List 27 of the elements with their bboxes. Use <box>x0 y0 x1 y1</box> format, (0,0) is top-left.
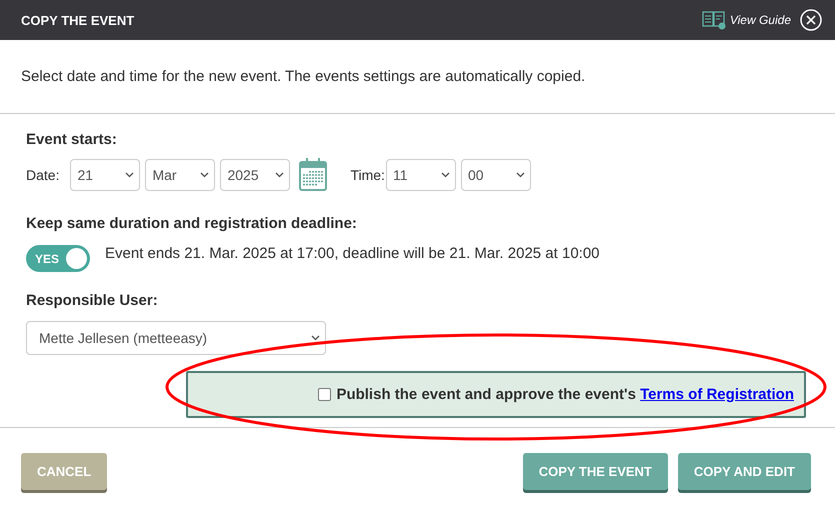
calendar-icon[interactable] <box>299 158 328 191</box>
minute-dropdown[interactable]: 00 <box>460 158 531 190</box>
section-heading: Event starts: <box>26 131 118 148</box>
section-heading: Keep same duration and registration deadline: <box>26 215 358 232</box>
view-guide-link[interactable]: View Guide <box>730 13 791 27</box>
summary-text: Event ends 21. Mar. 2025 at 17:00, deadline will be 21. Mar. 2025 at 10:00 <box>105 245 600 262</box>
hour-dropdown[interactable]: 11 <box>386 158 456 190</box>
time-label: Time: <box>350 166 385 182</box>
month-dropdown[interactable]: Mar <box>145 158 216 190</box>
day-dropdown[interactable]: 21 <box>70 158 140 190</box>
caret-icon <box>516 172 525 178</box>
caret-icon <box>200 172 210 178</box>
terms-link[interactable]: Terms of Registration <box>640 386 794 403</box>
date-label: Date: <box>26 166 60 182</box>
caret-icon <box>125 172 134 178</box>
dialog-title: COPY THE EVENT <box>21 12 134 28</box>
year-dropdown[interactable]: 2025 <box>220 158 290 190</box>
close-icon[interactable] <box>800 9 822 31</box>
caret-icon <box>311 335 320 341</box>
publish-text: Publish the event and approve the event's Terms of Registration <box>336 386 794 403</box>
caret-icon <box>275 172 284 178</box>
caret-icon <box>440 172 450 178</box>
user-dropdown[interactable]: Mette Jellesen (metteeasy) <box>26 321 326 355</box>
instruction-text: Select date and time for the new event. The events settings are automatically copied. <box>21 68 586 85</box>
checkbox[interactable] <box>318 388 332 401</box>
section-heading: Responsible User: <box>26 292 159 309</box>
book-icon <box>702 10 726 30</box>
